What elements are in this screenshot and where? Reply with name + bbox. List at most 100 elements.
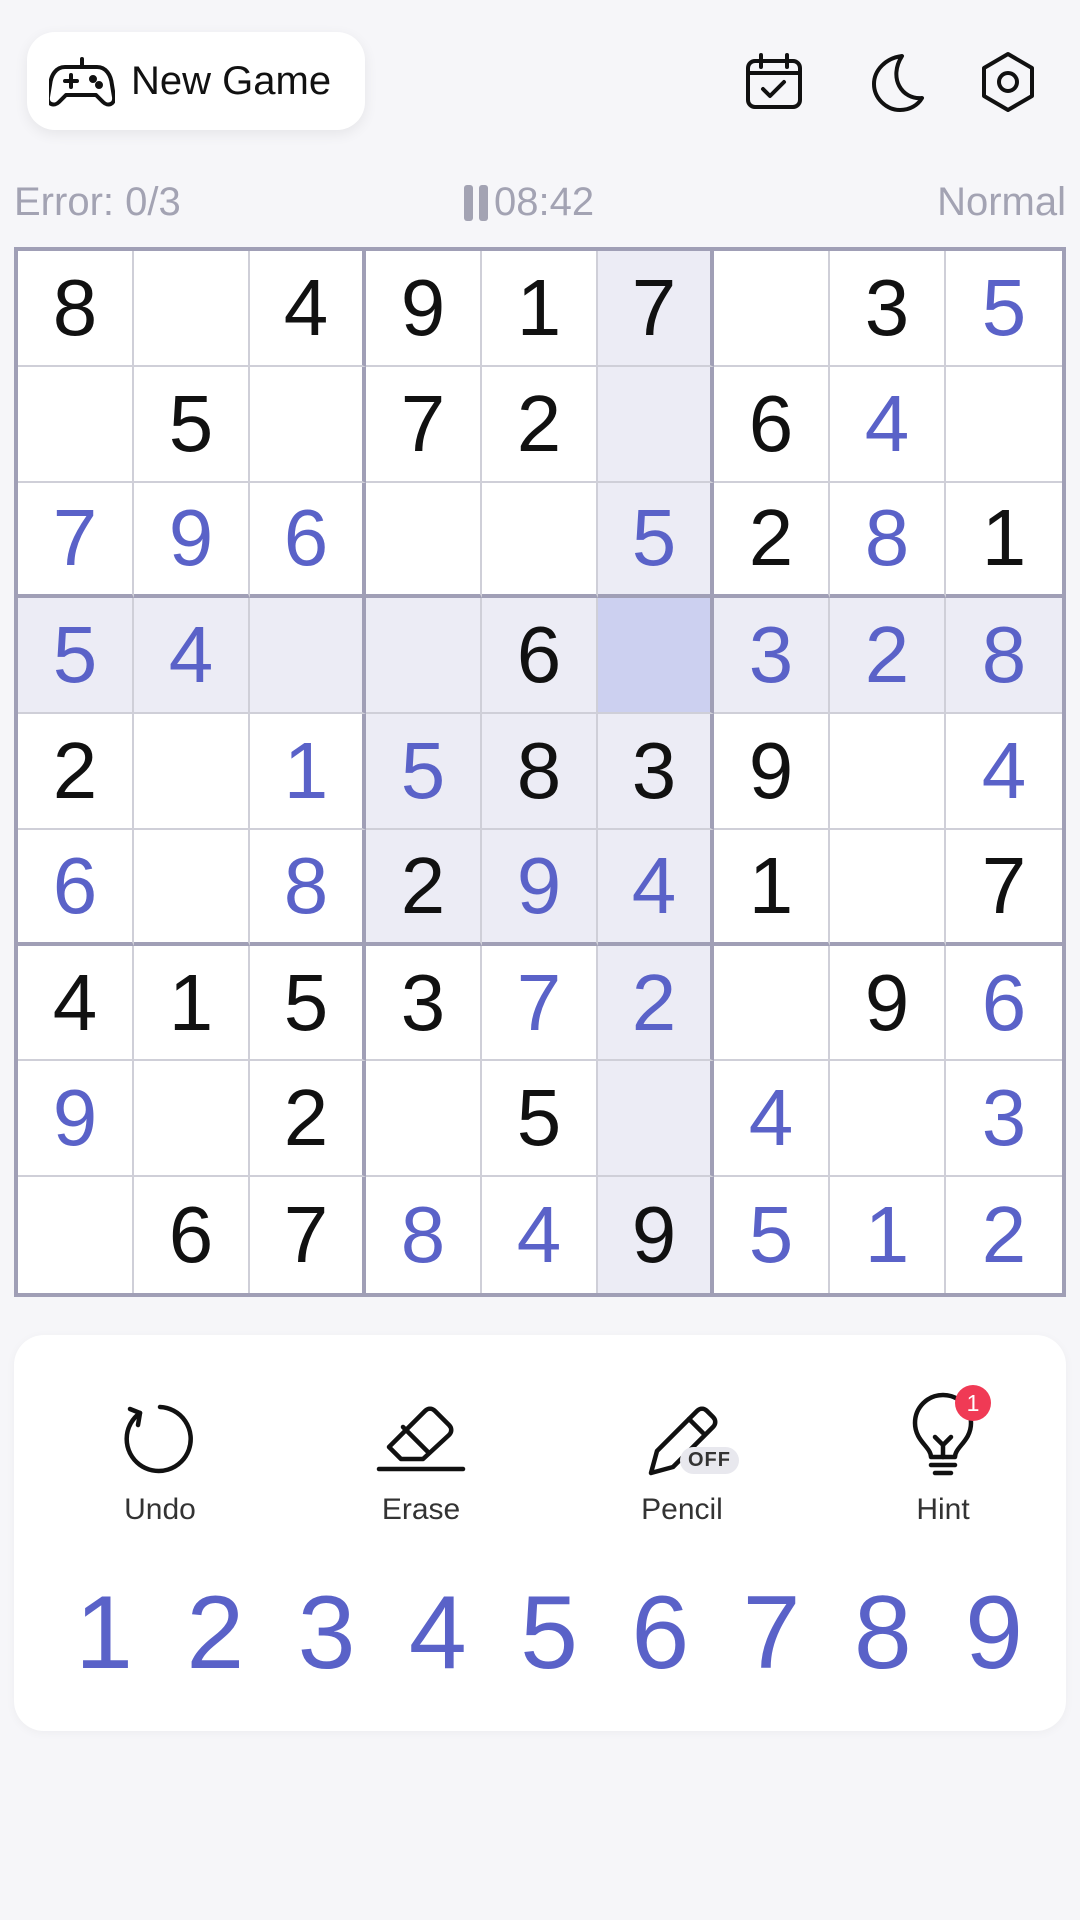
timer[interactable]: 08:42 <box>464 180 594 225</box>
sudoku-cell[interactable]: 8 <box>366 1177 482 1293</box>
sudoku-cell[interactable]: 7 <box>18 482 134 599</box>
sudoku-cell[interactable]: 7 <box>366 366 482 483</box>
sudoku-cell[interactable]: 8 <box>18 251 134 367</box>
sudoku-cell[interactable]: 7 <box>482 945 598 1062</box>
sudoku-cell[interactable]: 2 <box>946 1177 1062 1293</box>
sudoku-cell[interactable]: 3 <box>598 714 714 830</box>
number-key-6[interactable]: 6 <box>610 1573 710 1693</box>
sudoku-cell[interactable]: 9 <box>714 714 830 830</box>
sudoku-cell[interactable]: 1 <box>250 714 366 830</box>
sudoku-cell[interactable]: 4 <box>482 1177 598 1293</box>
sudoku-cell[interactable]: 2 <box>830 598 946 715</box>
sudoku-cell[interactable]: 1 <box>946 482 1062 599</box>
sudoku-cell[interactable]: 5 <box>250 945 366 1062</box>
sudoku-cell[interactable] <box>714 945 830 1062</box>
sudoku-cell[interactable] <box>366 1061 482 1178</box>
sudoku-cell[interactable]: 9 <box>482 829 598 946</box>
sudoku-cell[interactable] <box>250 598 366 715</box>
sudoku-cell[interactable]: 2 <box>598 945 714 1062</box>
sudoku-cell[interactable] <box>250 366 366 483</box>
sudoku-cell[interactable] <box>134 714 250 830</box>
daily-challenge-button[interactable] <box>734 44 814 124</box>
settings-button[interactable] <box>968 44 1048 124</box>
pencil-button[interactable]: OFF Pencil <box>592 1385 772 1555</box>
sudoku-cell[interactable] <box>598 598 714 715</box>
sudoku-cell[interactable]: 6 <box>134 1177 250 1293</box>
sudoku-cell[interactable]: 3 <box>946 1061 1062 1178</box>
number-key-2[interactable]: 2 <box>165 1573 265 1693</box>
sudoku-cell[interactable]: 5 <box>134 366 250 483</box>
sudoku-cell[interactable]: 6 <box>946 945 1062 1062</box>
sudoku-cell[interactable]: 5 <box>366 714 482 830</box>
sudoku-cell[interactable]: 8 <box>946 598 1062 715</box>
sudoku-cell[interactable] <box>714 251 830 367</box>
sudoku-cell[interactable]: 2 <box>482 366 598 483</box>
number-key-7[interactable]: 7 <box>722 1573 822 1693</box>
sudoku-cell[interactable]: 8 <box>250 829 366 946</box>
number-key-8[interactable]: 8 <box>833 1573 933 1693</box>
sudoku-cell[interactable]: 9 <box>18 1061 134 1178</box>
sudoku-cell[interactable] <box>830 1061 946 1178</box>
sudoku-cell[interactable]: 9 <box>134 482 250 599</box>
sudoku-cell[interactable]: 5 <box>598 482 714 599</box>
sudoku-cell[interactable] <box>134 251 250 367</box>
number-key-4[interactable]: 4 <box>388 1573 488 1693</box>
sudoku-cell[interactable]: 5 <box>482 1061 598 1178</box>
number-key-9[interactable]: 9 <box>944 1573 1044 1693</box>
pause-icon[interactable] <box>464 184 488 221</box>
sudoku-cell[interactable] <box>18 366 134 483</box>
sudoku-cell[interactable] <box>598 1061 714 1178</box>
sudoku-cell[interactable]: 1 <box>714 829 830 946</box>
sudoku-cell[interactable]: 6 <box>482 598 598 715</box>
sudoku-cell[interactable]: 1 <box>830 1177 946 1293</box>
sudoku-cell[interactable]: 6 <box>18 829 134 946</box>
sudoku-cell[interactable]: 1 <box>134 945 250 1062</box>
sudoku-cell[interactable]: 5 <box>714 1177 830 1293</box>
undo-button[interactable]: Undo <box>70 1385 250 1555</box>
sudoku-cell[interactable]: 2 <box>18 714 134 830</box>
sudoku-cell[interactable]: 7 <box>946 829 1062 946</box>
sudoku-cell[interactable]: 3 <box>830 251 946 367</box>
sudoku-cell[interactable]: 4 <box>714 1061 830 1178</box>
sudoku-cell[interactable] <box>18 1177 134 1293</box>
sudoku-cell[interactable]: 4 <box>598 829 714 946</box>
sudoku-cell[interactable]: 4 <box>250 251 366 367</box>
sudoku-cell[interactable]: 3 <box>366 945 482 1062</box>
sudoku-cell[interactable]: 6 <box>714 366 830 483</box>
sudoku-cell[interactable] <box>366 598 482 715</box>
sudoku-cell[interactable]: 9 <box>598 1177 714 1293</box>
number-key-1[interactable]: 1 <box>54 1573 154 1693</box>
sudoku-cell[interactable]: 2 <box>366 829 482 946</box>
sudoku-cell[interactable] <box>946 366 1062 483</box>
sudoku-cell[interactable]: 5 <box>946 251 1062 367</box>
sudoku-cell[interactable]: 8 <box>482 714 598 830</box>
sudoku-cell[interactable] <box>366 482 482 599</box>
sudoku-cell[interactable] <box>482 482 598 599</box>
sudoku-cell[interactable]: 9 <box>366 251 482 367</box>
sudoku-cell[interactable]: 2 <box>714 482 830 599</box>
sudoku-cell[interactable]: 5 <box>18 598 134 715</box>
sudoku-cell[interactable] <box>598 366 714 483</box>
sudoku-cell[interactable] <box>134 1061 250 1178</box>
sudoku-cell[interactable] <box>830 714 946 830</box>
sudoku-cell[interactable]: 1 <box>482 251 598 367</box>
sudoku-cell[interactable]: 4 <box>946 714 1062 830</box>
number-key-5[interactable]: 5 <box>499 1573 599 1693</box>
sudoku-cell[interactable]: 4 <box>830 366 946 483</box>
sudoku-cell[interactable]: 9 <box>830 945 946 1062</box>
sudoku-cell[interactable]: 4 <box>134 598 250 715</box>
erase-button[interactable]: Erase <box>331 1385 511 1555</box>
new-game-button[interactable]: New Game <box>27 32 365 130</box>
hint-button[interactable]: 1 Hint <box>853 1385 1033 1555</box>
sudoku-cell[interactable]: 6 <box>250 482 366 599</box>
sudoku-cell[interactable]: 2 <box>250 1061 366 1178</box>
sudoku-cell[interactable]: 7 <box>250 1177 366 1293</box>
sudoku-cell[interactable]: 3 <box>714 598 830 715</box>
sudoku-cell[interactable]: 7 <box>598 251 714 367</box>
sudoku-cell[interactable] <box>134 829 250 946</box>
sudoku-cell[interactable] <box>830 829 946 946</box>
dark-mode-button[interactable] <box>854 44 934 124</box>
sudoku-cell[interactable]: 4 <box>18 945 134 1062</box>
number-key-3[interactable]: 3 <box>277 1573 377 1693</box>
sudoku-cell[interactable]: 8 <box>830 482 946 599</box>
